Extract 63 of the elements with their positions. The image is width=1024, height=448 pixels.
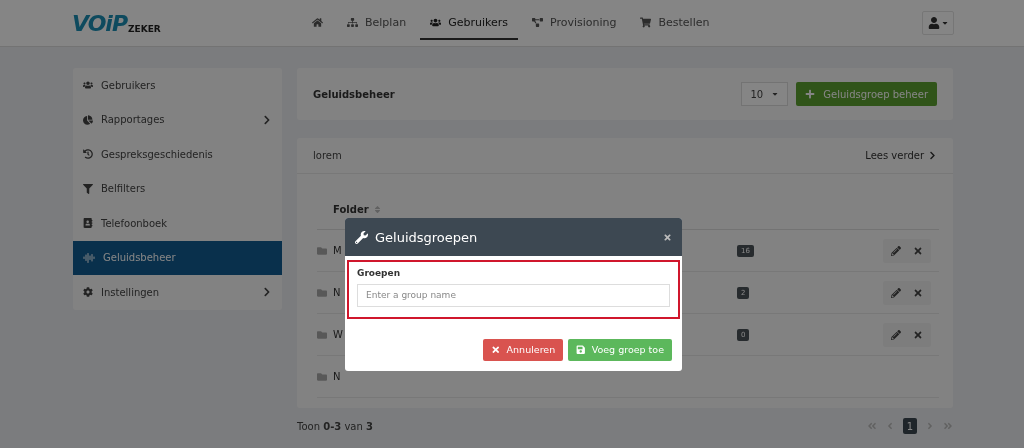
- wrench-icon: [355, 230, 368, 244]
- folder-name: M: [333, 245, 342, 256]
- network-icon: [531, 16, 543, 28]
- close-icon: [913, 329, 923, 340]
- card-title: Geluidsbeheer: [313, 88, 396, 100]
- folder-name: N: [333, 371, 341, 382]
- submit-button[interactable]: Voeg groep toe: [568, 338, 672, 361]
- page-size-select[interactable]: 10: [741, 82, 789, 106]
- folder-name: N: [333, 287, 341, 298]
- read-more-link[interactable]: Lees verder: [865, 150, 937, 161]
- logo[interactable]: VOiPZEKER: [72, 10, 302, 36]
- users-icon: [430, 16, 442, 28]
- folder-icon: [317, 287, 327, 298]
- users-icon: [83, 80, 93, 91]
- user-menu-button[interactable]: [922, 11, 954, 35]
- sidebar-item[interactable]: Geluidsbeheer: [73, 240, 282, 275]
- cancel-button[interactable]: Annuleren: [483, 338, 564, 361]
- folder-icon: [317, 329, 327, 340]
- folder-name: W: [333, 329, 343, 340]
- caret-icon: [940, 19, 949, 27]
- modal-title: Geluidsgroepen: [375, 229, 479, 245]
- field-label: Groepen: [357, 268, 402, 278]
- sidebar-item[interactable]: Belfilters: [73, 171, 282, 206]
- results-summary: Toon 0-3 van 3: [297, 420, 374, 432]
- pencil-icon: [891, 287, 901, 298]
- close-icon: [913, 287, 923, 298]
- card-title: lorem: [313, 150, 343, 161]
- chevron-right-icon: [262, 114, 272, 125]
- nav-tab[interactable]: Belplan: [337, 6, 417, 40]
- folder-icon: [317, 245, 327, 256]
- cart-icon: [640, 16, 652, 28]
- settings-icon: [83, 287, 93, 298]
- pie-chart-icon: [83, 114, 93, 125]
- save-icon: [576, 344, 586, 355]
- sidebar-item[interactable]: Telefoonboek: [73, 206, 282, 241]
- add-group-button[interactable]: Geluidsgroep beheer: [796, 82, 937, 106]
- folder-icon: [317, 371, 327, 382]
- sound-wave-icon: [83, 251, 95, 264]
- address-book-icon: [83, 218, 93, 229]
- plus-icon: [805, 89, 816, 99]
- sidebar-item[interactable]: Gespreksgeschiedenis: [73, 137, 282, 172]
- sidebar-item[interactable]: Rapportages: [73, 102, 282, 137]
- history-icon: [83, 149, 93, 160]
- nav-tab[interactable]: Bestellen: [630, 6, 720, 40]
- chevron-right-icon: [262, 287, 272, 298]
- filter-icon: [83, 183, 93, 194]
- sidebar-item[interactable]: Instellingen: [73, 275, 282, 310]
- close-icon: [491, 344, 501, 355]
- chevron-right-icon: [928, 151, 937, 160]
- nav-tab[interactable]: Provisioning: [521, 6, 627, 40]
- user-icon: [927, 17, 940, 29]
- caret-icon: [771, 90, 780, 98]
- home-icon: [312, 16, 323, 28]
- close-icon[interactable]: [663, 232, 672, 242]
- page-button[interactable]: 1: [903, 418, 917, 434]
- pencil-icon: [891, 329, 901, 340]
- nav-tab[interactable]: Gebruikers: [420, 6, 518, 40]
- group-name-field[interactable]: Enter a group name: [357, 283, 670, 307]
- sort-icon: [372, 205, 382, 214]
- sidebar-item[interactable]: Gebruikers: [73, 68, 282, 103]
- close-icon: [913, 245, 923, 256]
- pencil-icon: [891, 245, 901, 256]
- sitemap-icon: [347, 16, 358, 28]
